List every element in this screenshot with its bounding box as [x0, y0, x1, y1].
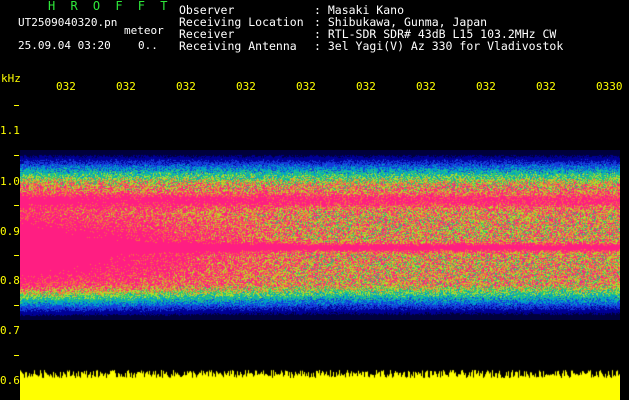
time-tick: 032 [296, 80, 316, 93]
signal-level-strip [20, 366, 620, 400]
spectrogram [20, 150, 620, 320]
freq-tick: 1.1 [0, 124, 20, 137]
time-tick: 032 [56, 80, 76, 93]
date-time: 25.09.04 03:20 [18, 39, 111, 52]
freq-tick: 0.9 [0, 225, 20, 238]
freq-tick: 0.6 [0, 374, 20, 387]
time-tick: 032 [116, 80, 136, 93]
antenna-label: Receiving Antenna [179, 39, 297, 53]
time-tick: 032 [176, 80, 196, 93]
unit-label: kHz [1, 72, 21, 85]
time-tick: 032 [476, 80, 496, 93]
freq-tick: 0.8 [0, 274, 20, 287]
counter: 0.. [138, 39, 158, 52]
time-tick: 0330 [596, 80, 623, 93]
file-name: UT2509040320.pn [18, 16, 118, 29]
mode-label: meteor [124, 24, 164, 37]
antenna-value: : 3el Yagi(V) Az 330 for Vladivostok [314, 39, 564, 53]
time-tick: 032 [236, 80, 256, 93]
time-tick: 032 [536, 80, 556, 93]
time-tick: 032 [356, 80, 376, 93]
freq-tick: 1.0 [0, 175, 20, 188]
time-tick: 032 [416, 80, 436, 93]
freq-tick: 0.7 [0, 324, 20, 337]
brand-title: H R O F F T [48, 0, 172, 13]
